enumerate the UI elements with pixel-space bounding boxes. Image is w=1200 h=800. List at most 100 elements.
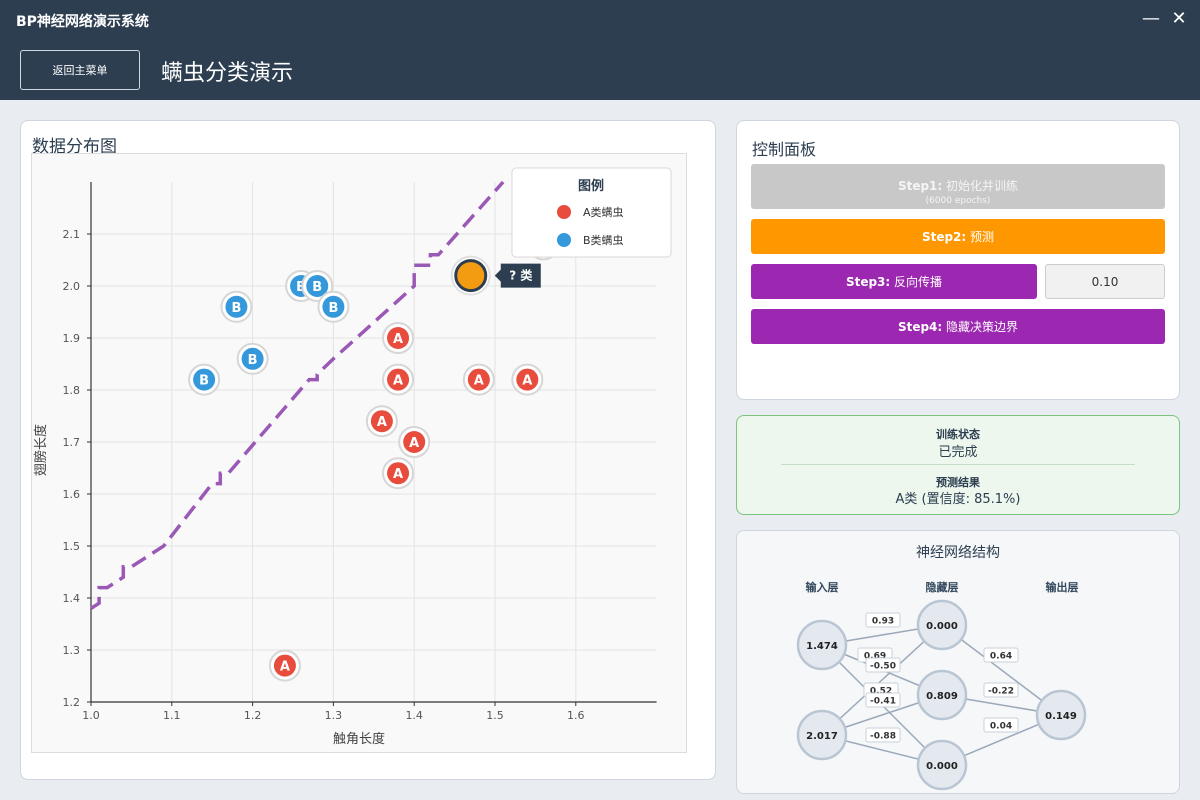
step1-label: 初始化并训练 (946, 178, 1019, 193)
neuron-value: 1.474 (806, 641, 838, 652)
y-axis-label: 翅膀长度 (33, 424, 49, 476)
layer-label: 隐藏层 (926, 580, 959, 594)
data-point-a: A (462, 363, 495, 396)
back-to-menu-button[interactable]: 返回主菜单 (20, 50, 140, 90)
data-point-b: B (220, 290, 253, 323)
point-label: A (409, 436, 419, 451)
x-axis-label: 触角长度 (333, 731, 385, 747)
y-tick-label: 1.4 (63, 592, 81, 605)
chart-panel: 数据分布图 1.0 1.1 1.2 1.3 1.4 1.5 1.6 1.2 1.3 1.4 1.5 1… (20, 120, 716, 780)
legend-title: 图例 (578, 178, 604, 194)
hidden-neuron: 0.000 (916, 739, 968, 791)
step1-train-button[interactable]: Step1: 初始化并训练 (6000 epochs) (751, 164, 1165, 209)
chart-legend: 图例 A类螨虫 B类螨虫 (511, 167, 672, 258)
weight-label: -0.22 (988, 687, 1014, 697)
x-tick-label: 1.2 (244, 709, 262, 722)
close-icon[interactable]: ✕ (1170, 9, 1188, 29)
weight-label: -0.88 (870, 732, 896, 742)
status-divider (781, 464, 1135, 465)
data-point-a: A (268, 649, 301, 682)
y-tick-label: 1.6 (63, 488, 81, 501)
decision-boundary-line (90, 180, 505, 610)
point-label: B (312, 280, 322, 295)
point-label: B (328, 301, 338, 316)
legend-label-b: B类螨虫 (583, 233, 624, 247)
y-tick-label: 1.2 (63, 696, 81, 709)
step4-prefix: Step4: (897, 320, 943, 334)
point-label: A (393, 467, 403, 482)
point-label: A (522, 374, 532, 389)
data-point-a: A (382, 363, 415, 396)
network-panel: 神经网络结构 输入层 隐藏层 输出层 0.93 0.69 -0.50 0.52 -0.41 -0… (736, 530, 1180, 794)
x-tick-label: 1.3 (325, 709, 343, 722)
y-tick-label: 1.3 (63, 644, 81, 657)
x-tick-label: 1.6 (567, 709, 585, 722)
train-status-label: 训练状态 (936, 428, 980, 441)
step4-boundary-button[interactable]: Step4: 隐藏决策边界 (751, 309, 1165, 344)
step2-prefix: Step2: (921, 230, 967, 244)
y-tick-label: 1.7 (63, 436, 81, 449)
query-point-dot (454, 259, 488, 293)
step1-sub: (6000 epochs) (925, 195, 991, 206)
hidden-neuron: 0.809 (916, 669, 968, 721)
legend-swatch-a (557, 205, 571, 219)
hidden-neuron: 0.000 (916, 599, 968, 651)
neuron-value: 2.017 (806, 731, 838, 742)
neuron-value: 0.000 (926, 761, 958, 772)
weight-label: -0.50 (870, 662, 896, 672)
neuron-value: 0.149 (1045, 711, 1077, 722)
control-panel-title: 控制面板 (752, 140, 817, 159)
page-title: 螨虫分类演示 (161, 61, 294, 86)
y-tick-label: 1.9 (63, 332, 81, 345)
weight-label: -0.41 (870, 697, 896, 707)
data-point-a: A (382, 457, 415, 490)
data-point-b: B (188, 363, 221, 396)
point-label: B (199, 374, 209, 389)
step2-label: 预测 (970, 230, 995, 244)
query-tooltip-label: ? 类 (509, 268, 533, 283)
x-tick-label: 1.4 (405, 709, 423, 722)
layer-label: 输出层 (1046, 580, 1079, 594)
step1-prefix: Step1: (897, 178, 943, 193)
point-label: A (393, 332, 403, 347)
control-panel: 控制面板 Step1: 初始化并训练 (6000 epochs) Step2: … (736, 120, 1180, 400)
y-tick-label: 2.1 (63, 228, 81, 241)
legend-swatch-b (557, 233, 571, 247)
train-status-value: 已完成 (938, 445, 978, 460)
point-label: A (377, 415, 387, 430)
learning-rate-input[interactable] (1045, 264, 1165, 299)
data-point-a: A (382, 322, 415, 354)
x-tick-label: 1.1 (163, 709, 181, 722)
y-tick-label: 1.8 (63, 384, 81, 397)
point-label: B (248, 353, 258, 368)
minimize-icon[interactable]: — (1142, 9, 1160, 29)
y-tick-label: 2.0 (63, 280, 81, 293)
status-panel: 训练状态 已完成 预测结果 A类 (置信度: 85.1%) (736, 415, 1180, 515)
step3-label: 反向传播 (894, 275, 943, 289)
point-label: B (231, 301, 241, 316)
y-tick-label: 1.5 (63, 540, 81, 553)
legend-label-a: A类螨虫 (583, 205, 624, 219)
weight-label: 0.93 (872, 617, 894, 627)
input-neuron: 1.474 (796, 619, 848, 671)
scatter-chart[interactable]: 1.0 1.1 1.2 1.3 1.4 1.5 1.6 1.2 1.3 1.4 1.5 1.6 1.7 1… (32, 154, 686, 752)
neuron-value: 0.000 (926, 621, 958, 632)
predict-result-value: A类 (置信度: 85.1%) (895, 492, 1021, 507)
app-title: BP神经网络演示系统 (16, 14, 149, 30)
data-point-a: A (511, 363, 544, 396)
point-label: A (474, 374, 484, 389)
step4-label: 隐藏决策边界 (946, 320, 1019, 334)
x-tick-label: 1.0 (82, 709, 100, 722)
step3-prefix: Step3: (845, 275, 891, 289)
point-label: A (280, 660, 290, 675)
chart-area: 1.0 1.1 1.2 1.3 1.4 1.5 1.6 1.2 1.3 1.4 1.5 1.6 1.7 1… (31, 153, 687, 753)
weight-label: 0.04 (990, 722, 1012, 732)
network-diagram: 输入层 隐藏层 输出层0.930.69-0.500.52-0.41-0.880.64… (796, 580, 1087, 791)
x-tick-label: 1.5 (486, 709, 504, 722)
step3-backprop-button[interactable]: Step3: 反向传播 (751, 264, 1037, 299)
step2-predict-button[interactable]: Step2: 预测 (751, 219, 1165, 254)
point-label: A (393, 374, 403, 389)
neuron-value: 0.809 (926, 691, 958, 702)
query-point (450, 255, 491, 296)
output-neuron: 0.149 (1035, 689, 1087, 741)
